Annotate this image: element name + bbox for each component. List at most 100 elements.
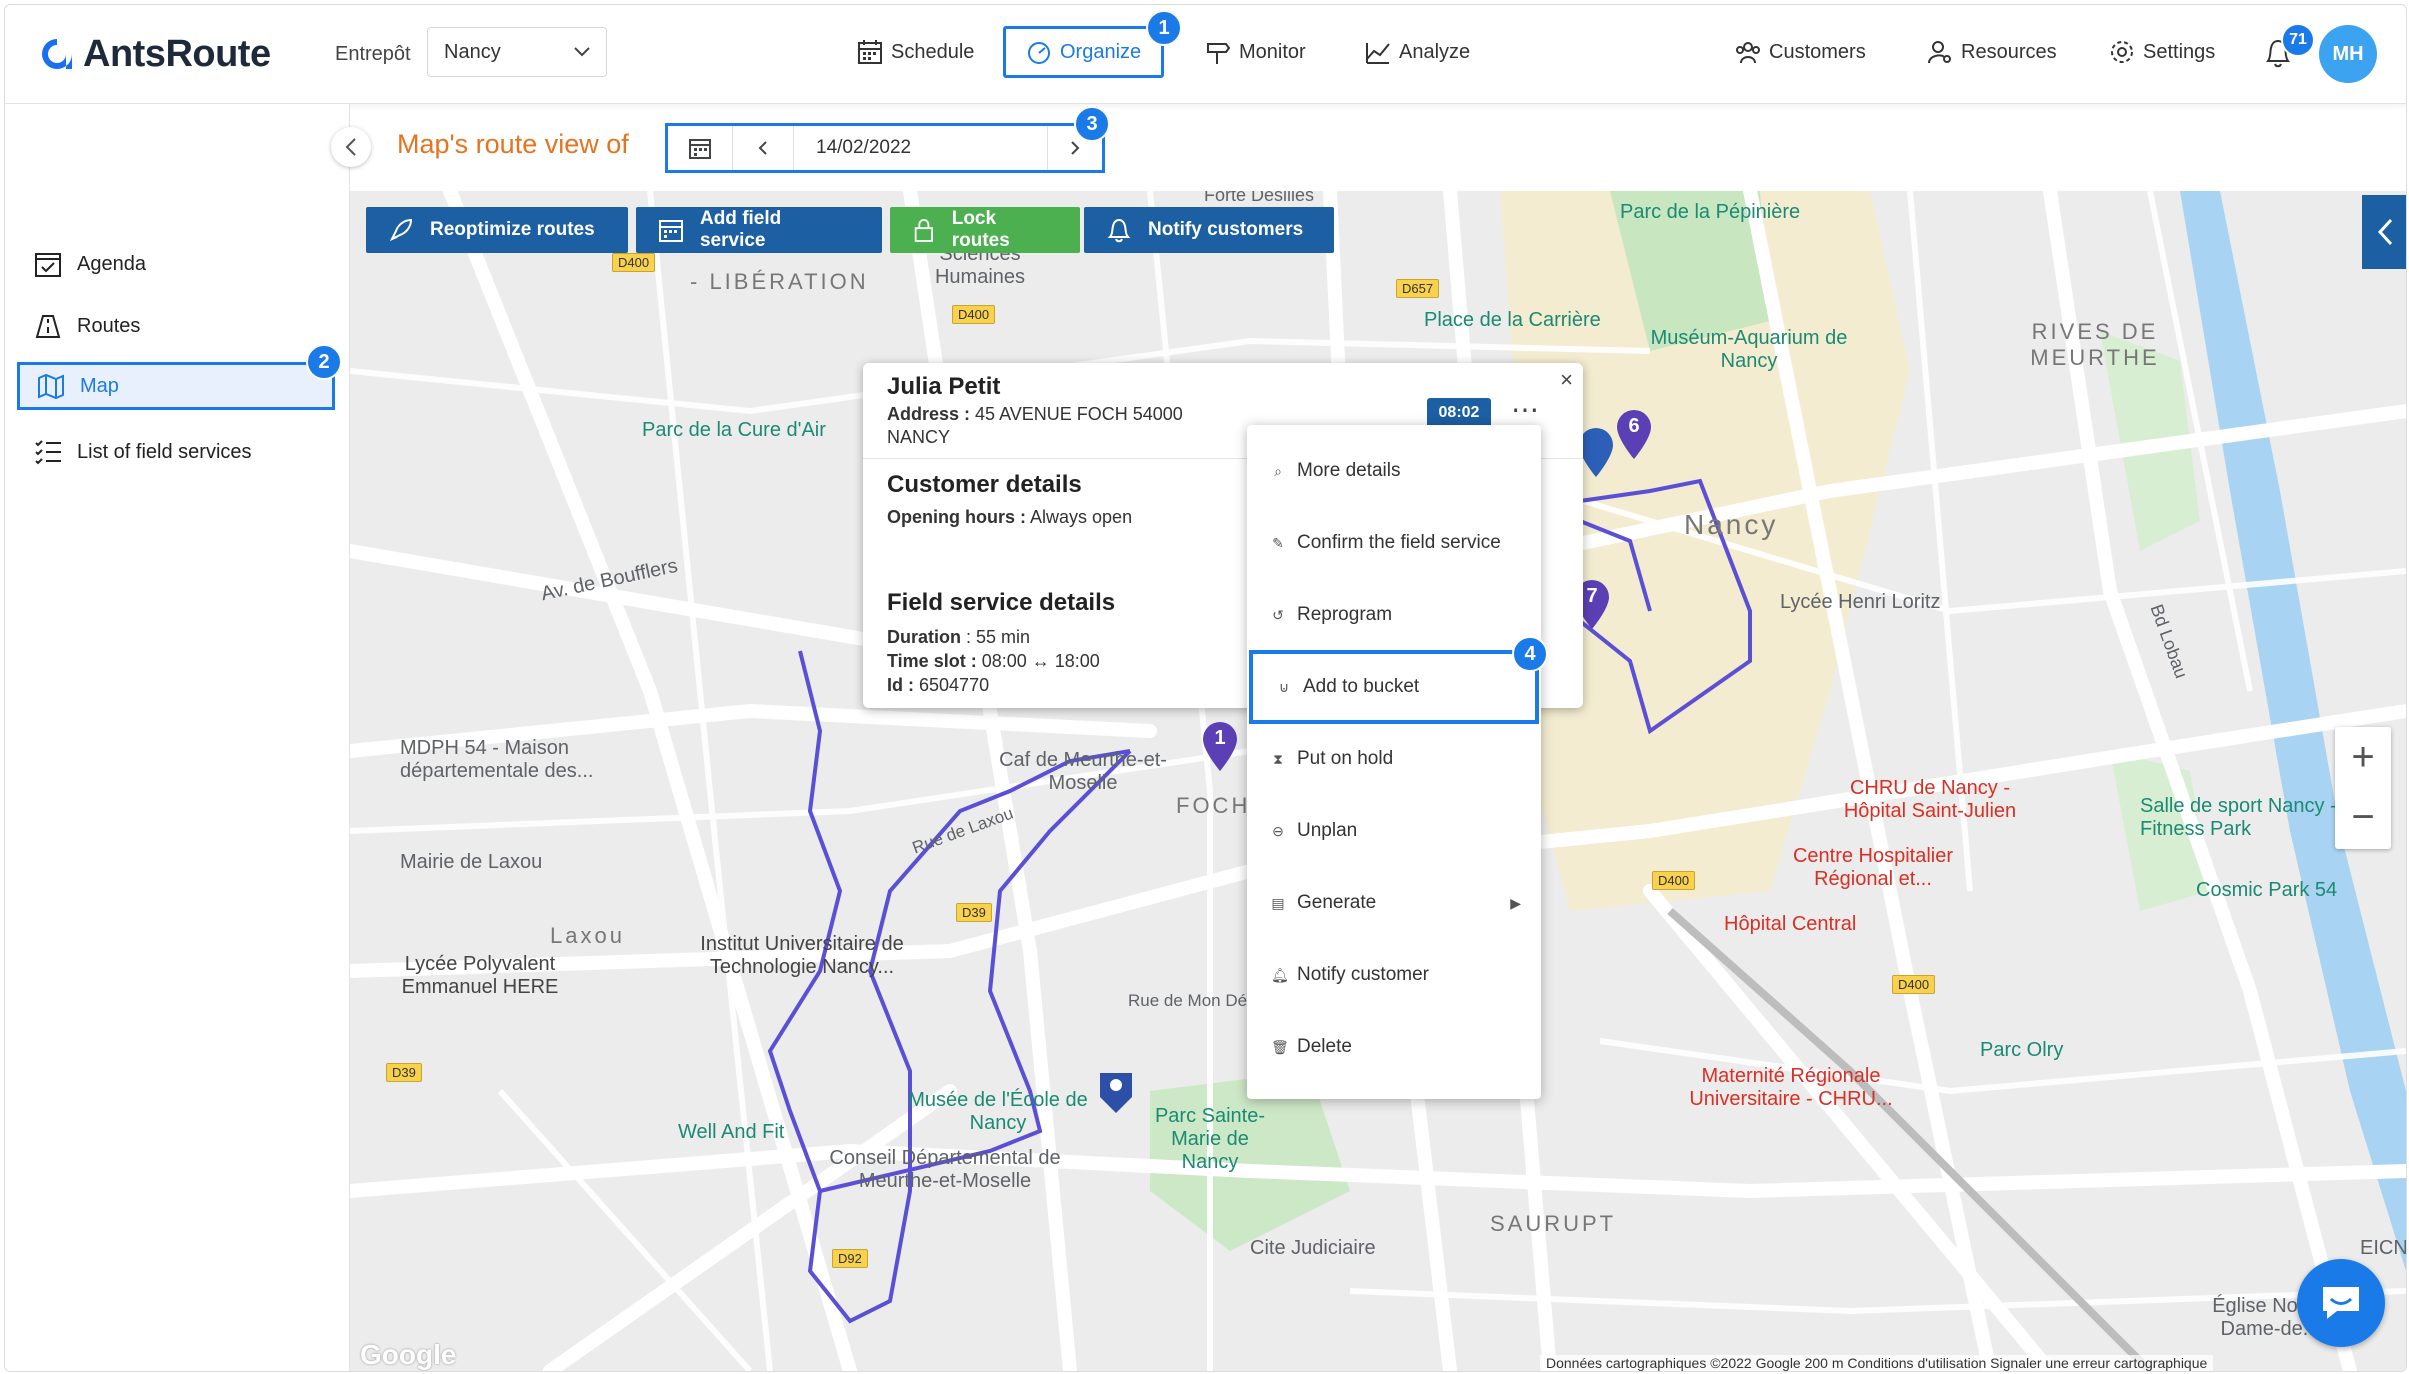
sidebar-item-list-field-services[interactable]: List of field services: [33, 432, 252, 472]
map-label: CHRU de Nancy - Hôpital Saint-Julien: [1843, 777, 2017, 822]
reoptimize-routes-button[interactable]: Reoptimize routes: [366, 207, 628, 253]
nav-organize[interactable]: Organize: [1003, 26, 1165, 78]
calendar-check-icon: [35, 253, 61, 277]
nav-resources-label: Resources: [1961, 40, 2057, 63]
customer-name: Julia Petit: [887, 373, 1001, 400]
warehouse-value: Nancy: [444, 40, 501, 63]
previous-date-button[interactable]: [733, 126, 794, 170]
map-label: Parc Sainte-Marie de Nancy: [1154, 1105, 1266, 1173]
reoptimize-label: Reoptimize routes: [430, 219, 595, 240]
depot-marker[interactable]: [1096, 1067, 1136, 1120]
menu-item-more-details[interactable]: ⌕ More details: [1247, 441, 1541, 501]
map-label: EICN: [2360, 1237, 2406, 1259]
nav-customers[interactable]: Customers: [1735, 25, 1866, 79]
nav-resources[interactable]: Resources: [1927, 25, 2057, 79]
nav-monitor-label: Monitor: [1239, 40, 1306, 63]
step-badge-1: 1: [1146, 10, 1182, 46]
bucket-icon: ⊍: [1278, 678, 1290, 695]
right-panel-toggle[interactable]: [2362, 195, 2406, 269]
map-label: - LIBÉRATION: [690, 269, 869, 294]
menu-item-add-to-bucket[interactable]: ⊍ Add to bucket: [1249, 650, 1539, 724]
notify-customers-button[interactable]: Notify customers: [1084, 207, 1334, 253]
nav-analyze[interactable]: Analyze: [1365, 25, 1470, 79]
chat-icon: [2323, 1287, 2359, 1319]
road-number: D39: [386, 1063, 422, 1082]
duration: Duration : 55 min: [887, 627, 1030, 648]
nav-schedule[interactable]: Schedule: [857, 25, 974, 79]
calendar-icon: [658, 220, 683, 242]
nav-settings-label: Settings: [2143, 40, 2216, 63]
zoom-out-button[interactable]: −: [2335, 787, 2391, 847]
map-label: Salle de sport Nancy - Fitness Park: [2140, 795, 2337, 840]
menu-item-put-on-hold[interactable]: ⧗ Put on hold: [1247, 729, 1541, 789]
lock-routes-button[interactable]: Lock routes: [890, 207, 1080, 253]
step-badge-2: 2: [306, 344, 342, 380]
close-icon[interactable]: ×: [1560, 367, 1573, 393]
step-badge-4: 4: [1512, 636, 1548, 672]
map-label: Parc de la Pépinière: [1620, 201, 1801, 223]
duration-label: Duration: [887, 627, 961, 647]
antsroute-logo-icon: [42, 39, 72, 69]
nav-monitor[interactable]: Monitor: [1205, 25, 1306, 79]
document-icon: ▤: [1271, 894, 1285, 911]
nav-settings[interactable]: Settings: [2109, 25, 2215, 79]
map-label: Conseil Départemental de Meurthe-et-Mose…: [829, 1147, 1061, 1192]
avatar[interactable]: MH: [2319, 25, 2377, 83]
road-number: D39: [956, 903, 992, 922]
map-label: Parc de la Cure d'Air: [642, 419, 826, 441]
map-route-view-title: Map's route view of: [397, 129, 629, 159]
chat-button[interactable]: [2297, 1259, 2385, 1347]
map-label: Musée de l'École de Nancy: [908, 1089, 1088, 1134]
routes-icon: [35, 315, 61, 338]
lock-icon: [914, 219, 933, 242]
map-label: Mairie de Laxou: [400, 851, 543, 873]
chevron-left-icon: [2377, 218, 2393, 246]
map-label: Laxou: [550, 923, 625, 948]
road-number: D400: [1652, 871, 1696, 890]
search-icon: ⌕: [1274, 462, 1282, 479]
zoom-in-button[interactable]: +: [2335, 727, 2391, 787]
lock-routes-label: Lock routes: [951, 208, 1010, 251]
bell-icon: [1107, 218, 1131, 243]
menu-item-generate[interactable]: ▤ Generate ▶: [1247, 873, 1541, 933]
date-value[interactable]: 14/02/2022: [794, 126, 1048, 170]
menu-item-unplan[interactable]: ⊖ Unplan: [1247, 801, 1541, 861]
route-marker-6[interactable]: 6: [1614, 409, 1654, 466]
address-line1: 45 AVENUE FOCH 54000: [975, 404, 1183, 424]
map-label: Cite Judiciaire: [1250, 1237, 1376, 1259]
nav-organize-label: Organize: [1060, 40, 1142, 63]
address-label: Address :: [887, 404, 971, 424]
map-label: Caf de Meurthe-et-Moselle: [999, 749, 1167, 794]
sidebar-item-routes[interactable]: Routes: [33, 306, 140, 346]
route-marker-1[interactable]: 1: [1200, 721, 1240, 778]
menu-item-delete[interactable]: 🗑︎ Delete: [1247, 1017, 1541, 1077]
logo[interactable]: AntsRoute: [39, 31, 271, 77]
sidebar-item-map[interactable]: Map: [17, 362, 335, 410]
id-value: 6504770: [919, 675, 990, 695]
time-slot-label: Time slot :: [887, 651, 977, 671]
notify-customers-label: Notify customers: [1148, 219, 1304, 240]
pin-icon: ✎: [1272, 534, 1284, 551]
menu-item-confirm[interactable]: ✎ Confirm the field service: [1247, 513, 1541, 573]
map-attribution: Données cartographiques ©2022 Google 200…: [1540, 1355, 2214, 1371]
gear-icon: [2111, 41, 2133, 63]
nav-analyze-label: Analyze: [1399, 40, 1471, 63]
map-label: Institut Universitaire de Technologie Na…: [700, 933, 904, 978]
warehouse-select[interactable]: Nancy: [427, 27, 607, 77]
menu-item-reprogram[interactable]: ↺ Reprogram: [1247, 585, 1541, 645]
sidebar: Agenda Routes Map List of field services: [5, 104, 350, 1371]
calendar-picker-button[interactable]: [668, 126, 733, 170]
add-field-service-button[interactable]: Add field service: [636, 207, 882, 253]
menu-item-label: Put on hold: [1297, 748, 1394, 769]
more-options-icon[interactable]: ⋯: [1511, 393, 1540, 426]
map-label: Parc Olry: [1980, 1039, 2064, 1061]
chevron-left-icon: [345, 138, 356, 156]
sidebar-item-agenda[interactable]: Agenda: [33, 244, 146, 284]
road-number: D657: [1396, 279, 1440, 298]
marker-number: 1: [1214, 727, 1226, 749]
sidebar-collapse-button[interactable]: [331, 127, 371, 167]
opening-hours: Opening hours : Always open: [887, 507, 1132, 528]
menu-item-notify-customer[interactable]: 🔔︎ Notify customer: [1247, 945, 1541, 1005]
trash-icon: 🗑︎: [1271, 1038, 1289, 1055]
sidebar-item-label: Agenda: [77, 252, 146, 275]
